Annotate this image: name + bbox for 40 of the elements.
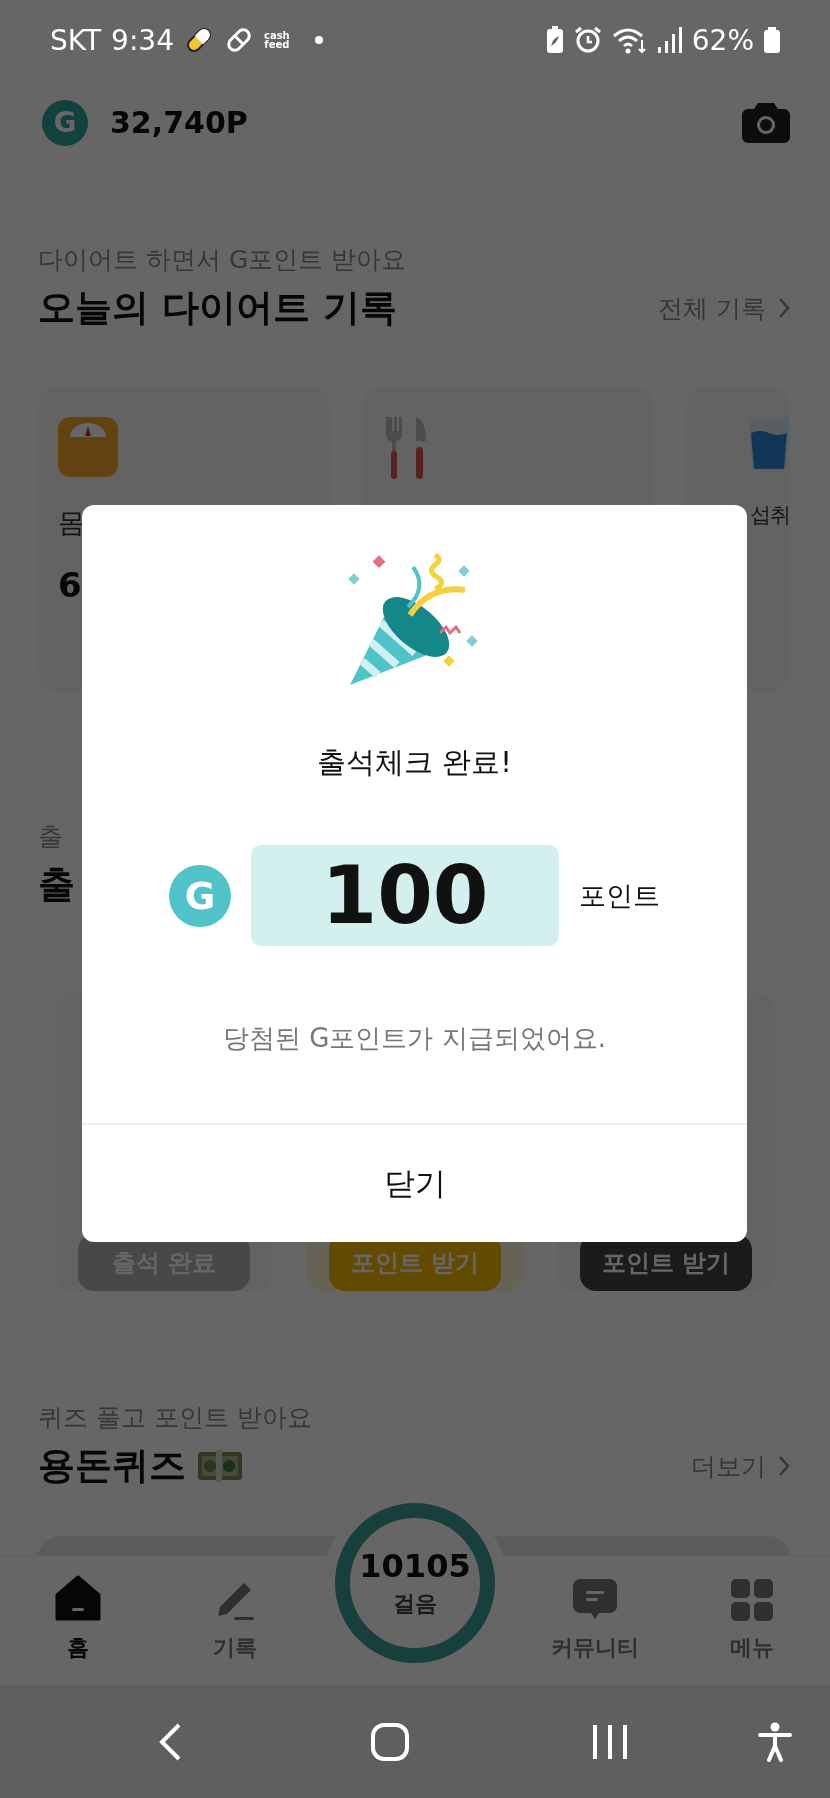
section-title: 오늘의 다이어트 기록 <box>38 285 397 331</box>
alarm-icon <box>573 26 602 54</box>
scale-icon <box>58 417 118 477</box>
g-point-logo: G <box>169 864 231 927</box>
point-amount: 100 <box>251 845 559 946</box>
chevron-right-icon <box>778 297 790 319</box>
dialog-title: 출석체크 완료! <box>317 744 512 781</box>
battery-saver-icon <box>545 26 564 54</box>
card-label: 몸 <box>58 506 86 540</box>
section-title: 출 <box>38 862 75 908</box>
g-point-logo: G <box>42 99 88 146</box>
chat-bubble-icon <box>572 1577 619 1621</box>
back-icon[interactable] <box>158 1721 182 1762</box>
home-button-icon[interactable] <box>371 1722 409 1761</box>
signal-icon <box>657 27 682 53</box>
dot-icon <box>313 35 324 45</box>
battery-icon <box>764 27 780 53</box>
notification-logo: cash feed <box>263 31 290 49</box>
step-label: 걸음 <box>393 1590 437 1618</box>
card-label: 섭취 <box>750 502 790 529</box>
money-icon <box>198 1450 242 1482</box>
grid-menu-icon <box>730 1579 773 1621</box>
point-unit: 포인트 <box>579 878 660 913</box>
step-counter[interactable]: 10105 걸음 <box>335 1503 495 1663</box>
card-value: 6 <box>58 564 83 607</box>
wifi-icon <box>611 26 648 54</box>
recent-apps-icon[interactable] <box>592 1722 628 1761</box>
step-count: 10105 <box>359 1547 471 1585</box>
battery-percent: 62% <box>691 23 754 57</box>
home-icon <box>55 1575 102 1621</box>
chevron-right-icon <box>778 1455 790 1477</box>
accessibility-icon[interactable] <box>758 1721 792 1762</box>
carrier-name: SKT <box>50 23 102 57</box>
dialog-message: 당첨된 G포인트가 지급되었어요. <box>223 1022 606 1055</box>
clock-time: 9:34 <box>111 23 174 57</box>
water-glass-icon <box>748 417 790 469</box>
nav-tab[interactable]: 홈 <box>0 1556 157 1685</box>
camera-icon[interactable] <box>742 102 790 143</box>
section-title: 용돈퀴즈 <box>38 1443 186 1489</box>
points-balance: 32,740P <box>110 105 248 140</box>
